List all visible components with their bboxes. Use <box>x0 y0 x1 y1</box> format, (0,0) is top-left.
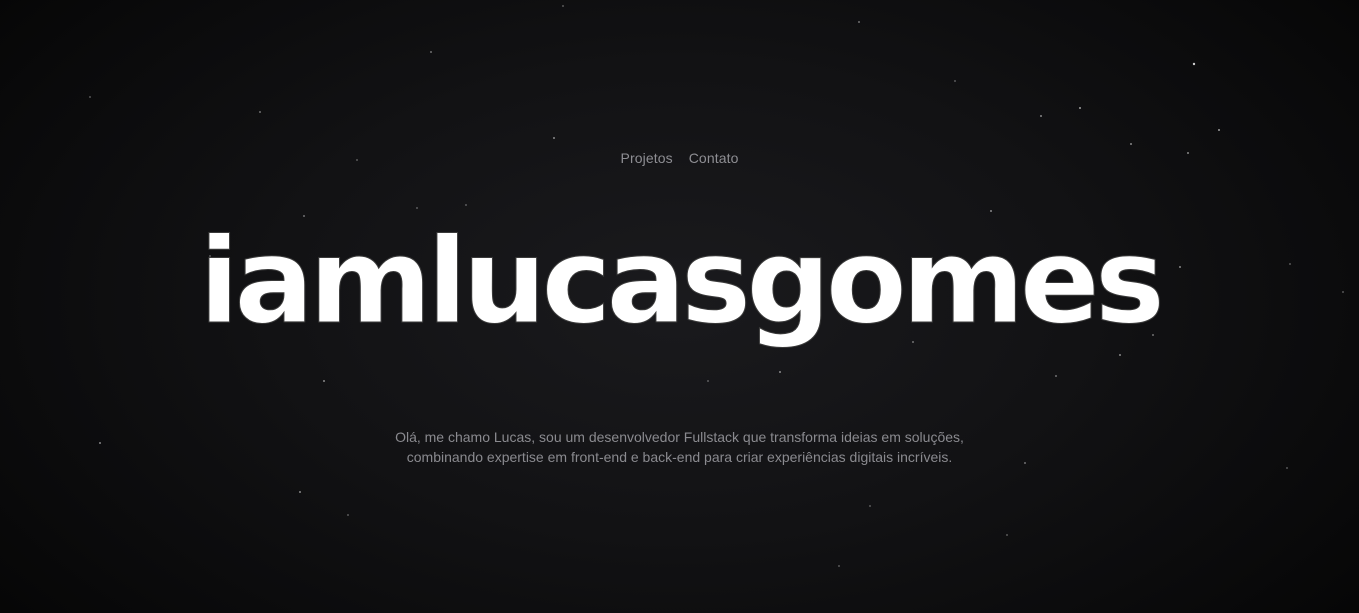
nav-link-contato[interactable]: Contato <box>689 150 739 166</box>
hero-description-line-2: combinando expertise em front-end e back… <box>406 449 953 465</box>
nav-link-projetos[interactable]: Projetos <box>621 150 673 166</box>
hero-title: iamlucasgomes <box>198 212 1165 351</box>
hero-description: Olá, me chamo Lucas, sou um desenvolvedo… <box>0 427 1359 467</box>
top-nav: Projetos Contato <box>0 150 1359 166</box>
page: Projetos Contato iamlucasgomes Olá, me c… <box>0 0 1359 613</box>
hero-description-line-1: Olá, me chamo Lucas, sou um desenvolvedo… <box>395 429 964 445</box>
